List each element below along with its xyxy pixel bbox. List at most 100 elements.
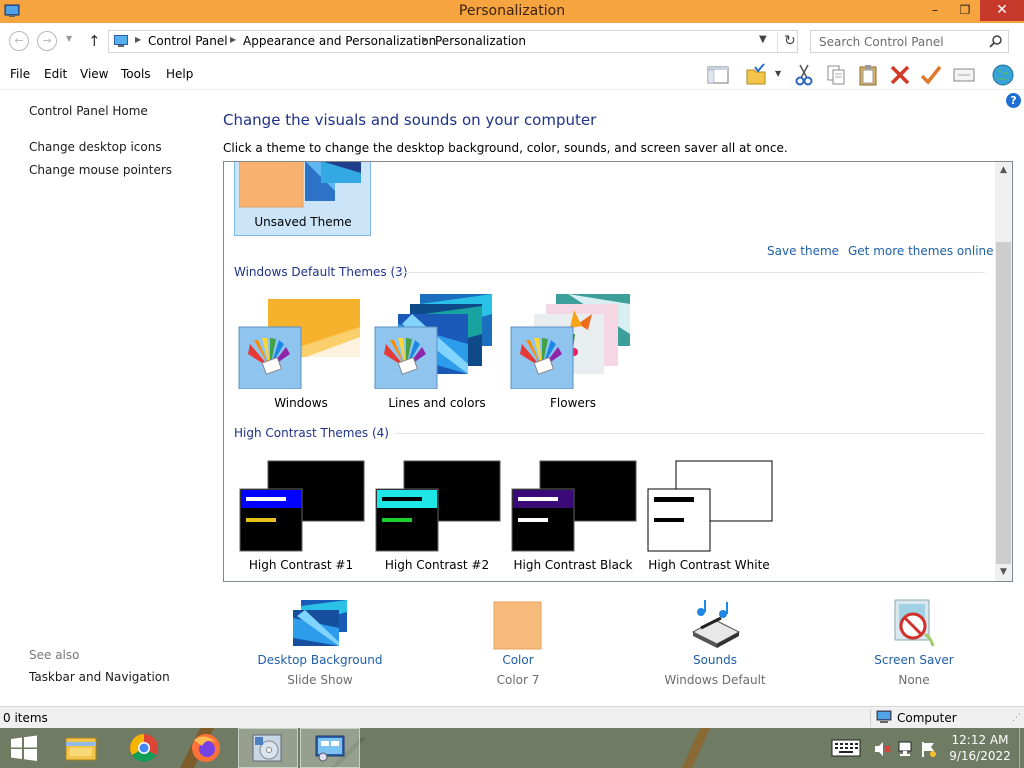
maximize-button[interactable]: ❐ (950, 0, 980, 21)
keyboard-icon[interactable] (831, 739, 861, 757)
checkmark-icon[interactable] (919, 63, 943, 87)
status-divider (870, 709, 871, 727)
globe-icon[interactable] (991, 63, 1015, 87)
properties-icon[interactable] (952, 63, 976, 87)
forward-button[interactable]: → (37, 31, 57, 51)
control-panel-home-link[interactable]: Control Panel Home (29, 104, 148, 118)
sounds-button[interactable]: Sounds Windows Default (635, 598, 795, 687)
taskbar-firefox[interactable] (176, 728, 236, 768)
color-value: Color 7 (496, 673, 540, 687)
address-bar[interactable]: ▶ Control Panel ▶ Appearance and Persona… (108, 30, 798, 53)
menu-view[interactable]: View (80, 67, 108, 81)
sounds-value: Windows Default (664, 673, 766, 687)
firefox-icon (192, 734, 220, 762)
sounds-label[interactable]: Sounds (635, 653, 795, 667)
theme-windows[interactable]: Windows (236, 297, 366, 410)
desktop-background-label[interactable]: Desktop Background (240, 653, 400, 667)
section-default-themes: Windows Default Themes (3) (234, 265, 408, 279)
section-divider (394, 272, 985, 273)
refresh-icon[interactable]: ↻ (777, 33, 796, 52)
taskbar-clock[interactable]: 12:12 AM 9/16/2022 (940, 732, 1020, 764)
menu-file[interactable]: File (10, 67, 30, 81)
desktop-background-button[interactable]: Desktop Background Slide Show (240, 598, 400, 687)
clock-date: 9/16/2022 (949, 749, 1011, 763)
theme-lines-and-colors[interactable]: Lines and colors (372, 294, 502, 410)
action-center-flag-icon[interactable] (920, 740, 938, 758)
layout-pane-icon[interactable] (706, 63, 730, 87)
recent-pages-chevron-icon[interactable]: ▼ (66, 34, 72, 43)
taskbar-media-app[interactable] (238, 728, 298, 768)
scrollbar-thumb[interactable] (996, 242, 1011, 564)
theme-high-contrast-1[interactable]: High Contrast #1 (236, 459, 366, 574)
address-dropdown-chevron-icon[interactable]: ▼ (759, 34, 767, 45)
toolbar-dropdown-chevron-icon[interactable]: ▼ (775, 69, 781, 78)
scroll-up-icon[interactable]: ▲ (995, 162, 1012, 179)
breadcrumb-appearance[interactable]: Appearance and Personalization (243, 34, 436, 48)
theme-high-contrast-2[interactable]: High Contrast #2 (372, 459, 502, 574)
taskbar: 12:12 AM 9/16/2022 (0, 728, 1024, 768)
minimize-button[interactable]: – (920, 0, 950, 21)
save-theme-link[interactable]: Save theme (767, 244, 839, 258)
screen-saver-button[interactable]: Screen Saver None (834, 598, 994, 687)
search-icon[interactable] (989, 34, 1003, 48)
scroll-down-icon[interactable]: ▼ (995, 564, 1012, 581)
show-desktop-button[interactable] (1019, 728, 1024, 768)
windows-theme-thumbnail (238, 299, 360, 390)
volume-muted-icon[interactable] (873, 740, 891, 758)
breadcrumb-separator-icon[interactable]: ▶ (135, 35, 141, 44)
breadcrumb-separator-icon[interactable]: ▶ (422, 35, 428, 44)
start-button[interactable] (0, 728, 60, 768)
change-mouse-pointers-link[interactable]: Change mouse pointers (29, 163, 172, 177)
delete-icon[interactable] (888, 63, 912, 87)
taskbar-chrome[interactable] (114, 728, 174, 768)
resize-grip-icon[interactable]: ⋰ (1012, 713, 1021, 723)
control-panel-icon (114, 35, 128, 47)
color-label[interactable]: Color (438, 653, 598, 667)
menu-help[interactable]: Help (166, 67, 193, 81)
theme-label: High Contrast Black (513, 558, 633, 572)
lines-and-colors-thumbnail (374, 294, 492, 390)
theme-list-scrollbar[interactable]: ▲ ▼ (995, 162, 1012, 581)
breadcrumb-separator-icon[interactable]: ▶ (230, 35, 236, 44)
high-contrast-2-thumbnail (375, 460, 501, 552)
menu-edit[interactable]: Edit (44, 67, 67, 81)
theme-high-contrast-white[interactable]: High Contrast White (644, 459, 774, 574)
breadcrumb-personalization[interactable]: Personalization (435, 34, 526, 48)
theme-unsaved[interactable]: Unsaved Theme (234, 162, 371, 236)
status-bar: 0 items Computer ⋰ (0, 706, 1024, 728)
desktop-background-icon (293, 600, 347, 646)
close-button[interactable]: ✕ (980, 0, 1024, 21)
theme-label: High Contrast #1 (248, 558, 354, 572)
see-also-heading: See also (29, 648, 80, 662)
folder-options-icon[interactable] (744, 63, 768, 87)
color-button[interactable]: Color Color 7 (438, 598, 598, 687)
address-row: ← → ▼ ↑ ▶ Control Panel ▶ Appearance and… (0, 23, 1024, 60)
taskbar-file-explorer[interactable] (52, 728, 112, 768)
file-explorer-icon (65, 737, 97, 761)
network-icon[interactable] (897, 740, 915, 758)
menu-tools[interactable]: Tools (121, 67, 151, 81)
search-input[interactable] (811, 31, 986, 52)
change-desktop-icons-link[interactable]: Change desktop icons (29, 140, 162, 154)
help-icon[interactable]: ? (1006, 93, 1021, 108)
media-disc-icon (252, 734, 282, 762)
theme-flowers[interactable]: Flowers (508, 294, 638, 410)
computer-icon (876, 710, 892, 723)
theme-label: Flowers (550, 396, 596, 410)
search-box (810, 30, 1009, 53)
taskbar-navigation-link[interactable]: Taskbar and Navigation (29, 670, 170, 684)
breadcrumb-control-panel[interactable]: Control Panel (148, 34, 228, 48)
get-more-themes-link[interactable]: Get more themes online (848, 244, 994, 258)
taskbar-control-panel[interactable] (300, 728, 360, 768)
up-arrow-icon[interactable]: ↑ (88, 32, 101, 50)
copy-icon[interactable] (824, 63, 848, 87)
theme-high-contrast-black[interactable]: High Contrast Black (508, 459, 638, 574)
window-title: Personalization (458, 3, 566, 19)
paste-icon[interactable] (856, 63, 880, 87)
page-title: Change the visuals and sounds on your co… (223, 111, 597, 129)
high-contrast-1-thumbnail (239, 460, 365, 552)
back-button[interactable]: ← (9, 31, 29, 51)
theme-label: High Contrast White (648, 558, 770, 572)
cut-icon[interactable] (792, 63, 816, 87)
screen-saver-label[interactable]: Screen Saver (834, 653, 994, 667)
